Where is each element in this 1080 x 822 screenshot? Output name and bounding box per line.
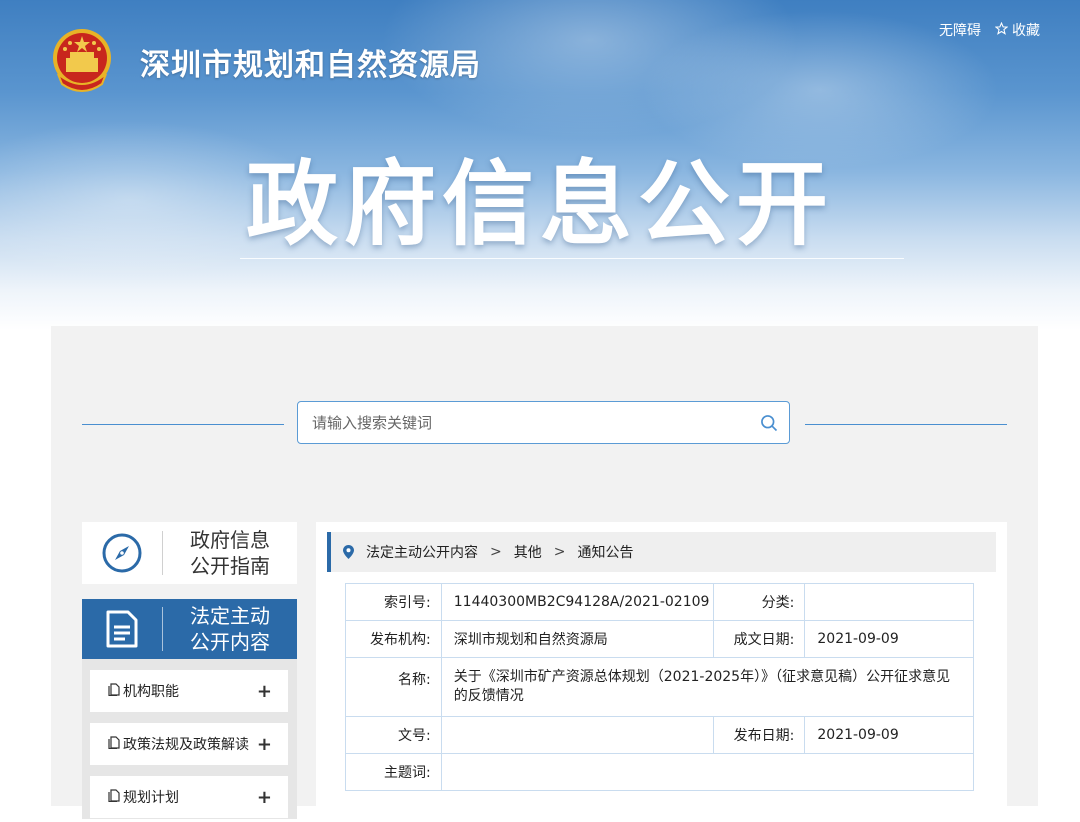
location-pin-icon [343, 545, 354, 559]
publish-date-label: 发布日期: [712, 716, 806, 754]
index-label: 索引号: [345, 583, 442, 621]
category-label: 分类: [712, 583, 806, 621]
statutory-label: 法定主动 公开内容 [190, 604, 270, 654]
breadcrumb: 法定主动公开内容 > 其他 > 通知公告 [327, 532, 996, 572]
sidebar-item-plans[interactable]: 规划计划 + [90, 776, 288, 818]
disclosure-guide-card[interactable]: 政府信息 公开指南 [82, 522, 297, 584]
chevron-right-icon: > [553, 544, 566, 560]
chevron-right-icon: > [490, 544, 502, 560]
publisher-value: 深圳市规划和自然资源局 [440, 620, 714, 658]
search-input[interactable] [298, 402, 749, 443]
sidebar-item-institution[interactable]: 机构职能 + [90, 670, 288, 712]
breadcrumb-item[interactable]: 法定主动公开内容 [366, 542, 478, 562]
main-panel: 政府信息公开指南 法定主动公开内容 机构职能 + 政策法规及政策解读 + 规划计… [51, 326, 1038, 822]
table-row: 索引号: 11440300MB2C94128A/2021-02109 分类: [345, 583, 974, 621]
sidebar-item-label: 规划计划 [123, 790, 179, 806]
breadcrumb-item[interactable]: 其他 [514, 542, 542, 562]
accessibility-link[interactable]: 无障碍 [939, 20, 981, 40]
doc-icon [108, 682, 120, 700]
table-row: 主题词: [345, 753, 975, 791]
site-title[interactable]: 深圳市规划和自然资源局 [140, 40, 481, 84]
compass-icon [82, 532, 162, 574]
created-date-label: 成文日期: [712, 620, 806, 658]
search-icon[interactable] [749, 403, 789, 443]
header-banner: 深圳市规划和自然资源局 无障碍 收藏 政府信息公开 [0, 0, 1080, 330]
table-row: 文号: 发布日期: 2021-09-09 [345, 716, 974, 754]
index-value: 11440300MB2C94128A/2021-02109 [440, 583, 714, 621]
subject-label: 主题词: [345, 753, 442, 791]
breadcrumb-item[interactable]: 通知公告 [577, 542, 633, 562]
document-icon [82, 609, 162, 649]
content-area: 法定主动公开内容 > 其他 > 通知公告 索引号: 11440300MB2C94… [316, 522, 1007, 822]
doc-icon [108, 735, 120, 753]
name-value: 关于《深圳市矿产资源总体规划（2021-2025年）》（征求意见稿）公开征求意见… [440, 657, 975, 717]
table-row: 名称: 关于《深圳市矿产资源总体规划（2021-2025年）》（征求意见稿）公开… [345, 657, 975, 717]
guide-label: 政府信息 公开指南 [190, 528, 270, 578]
expand-icon[interactable]: + [257, 787, 272, 808]
star-icon [994, 21, 1009, 39]
name-label: 名称: [345, 657, 442, 717]
search-bar [297, 401, 790, 444]
sidebar-item-label: 政策法规及政策解读 [123, 737, 249, 753]
favorite-label: 收藏 [1012, 23, 1040, 39]
banner-title: 政府信息公开 [245, 151, 834, 258]
banner-divider [240, 258, 904, 259]
doc-icon [108, 788, 120, 806]
expand-icon[interactable]: + [257, 734, 272, 755]
category-value [804, 583, 974, 621]
sidebar-item-policies[interactable]: 政策法规及政策解读 + [90, 723, 288, 765]
national-emblem-logo[interactable] [50, 28, 114, 94]
publish-date-value: 2021-09-09 [804, 716, 974, 754]
publisher-label: 发布机构: [345, 620, 442, 658]
doc-number-label: 文号: [345, 716, 442, 754]
sidebar-item-label: 机构职能 [123, 684, 179, 700]
sidebar-submenu: 机构职能 + 政策法规及政策解读 + 规划计划 + [82, 659, 297, 819]
expand-icon[interactable]: + [257, 681, 272, 702]
top-links: 无障碍 收藏 [939, 20, 1040, 40]
doc-number-value [440, 716, 714, 754]
created-date-value: 2021-09-09 [804, 620, 974, 658]
search-decor-line-left [82, 424, 284, 425]
search-decor-line-right [805, 424, 1007, 425]
document-metadata-table: 索引号: 11440300MB2C94128A/2021-02109 分类: 发… [345, 583, 975, 791]
subject-value [440, 753, 975, 791]
statutory-disclosure-card[interactable]: 法定主动 公开内容 [82, 599, 297, 659]
table-row: 发布机构: 深圳市规划和自然资源局 成文日期: 2021-09-09 [345, 620, 974, 658]
favorite-link[interactable]: 收藏 [994, 20, 1040, 40]
